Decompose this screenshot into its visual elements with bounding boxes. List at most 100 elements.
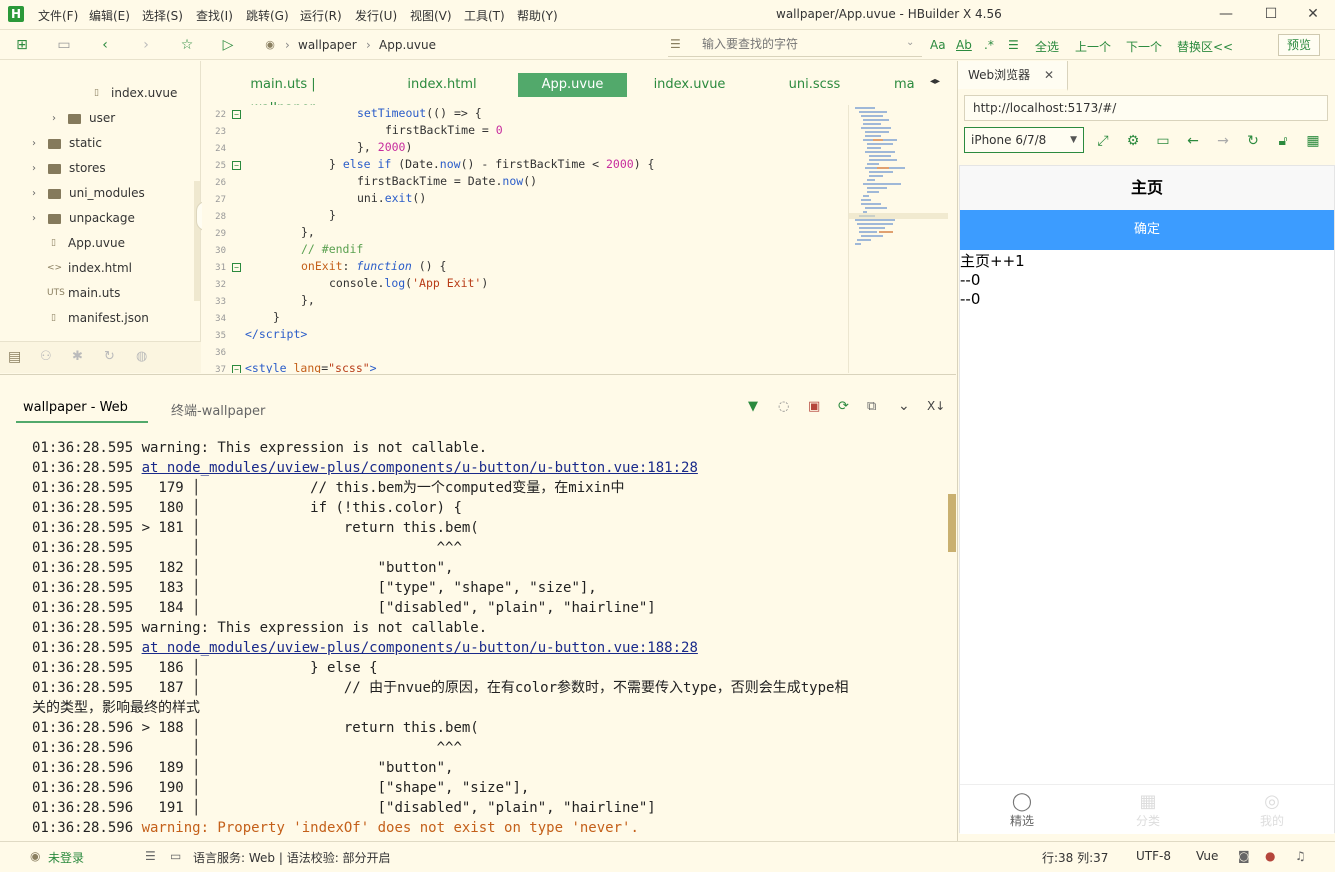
menu-view[interactable]: 视图(V): [410, 7, 452, 24]
terminal-icon[interactable]: ▭: [170, 849, 181, 863]
tree-item-unpackage[interactable]: › unpackage: [32, 206, 135, 231]
code-minimap[interactable]: [848, 105, 948, 373]
preview-button[interactable]: 预览: [1278, 34, 1320, 56]
tabbar-item-featured[interactable]: ◯ 精选: [992, 791, 1052, 829]
tree-item-main-uts[interactable]: UTS main.uts: [47, 281, 120, 306]
tabbar-item-mine[interactable]: ◎ 我的: [1242, 791, 1302, 829]
whole-word-toggle[interactable]: Ab: [956, 38, 972, 52]
fold-icon[interactable]: −: [232, 263, 241, 272]
restart-icon[interactable]: ◌: [778, 399, 789, 414]
chat-icon[interactable]: ◙: [1238, 849, 1250, 863]
maximize-icon[interactable]: ☐: [1256, 4, 1286, 24]
debug-icon[interactable]: ✱: [72, 349, 83, 364]
console-scrollbar[interactable]: [948, 494, 956, 552]
menu-select[interactable]: 选择(S): [142, 7, 183, 24]
fold-icon[interactable]: −: [232, 161, 241, 170]
breadcrumb-project[interactable]: wallpaper: [298, 38, 357, 52]
console-tab-terminal[interactable]: 终端-wallpaper: [171, 400, 265, 419]
source-control-icon[interactable]: ↻: [104, 349, 115, 364]
stop-icon[interactable]: ▣: [808, 399, 820, 414]
lock-icon[interactable]: 🔓︎: [1273, 131, 1293, 151]
notification-badge-icon[interactable]: ●: [1265, 849, 1275, 863]
match-case-toggle[interactable]: Aa: [930, 38, 946, 52]
device-select[interactable]: iPhone 6/7/8 ▼: [964, 127, 1084, 153]
tree-item-index-uvue[interactable]: ▯ index.uvue: [90, 81, 177, 106]
search-icon[interactable]: ⚇: [40, 349, 52, 364]
tree-item-user[interactable]: › user: [52, 106, 115, 131]
close-tab-icon[interactable]: ✕: [1044, 61, 1054, 89]
run-icon[interactable]: ▷: [218, 35, 238, 55]
tree-item-index-html[interactable]: <> index.html: [47, 256, 132, 281]
tab-scroll-icon[interactable]: ◂▸: [930, 76, 940, 87]
console-source-link[interactable]: 01:36:28.595 at node_modules/uview-plus/…: [32, 458, 698, 478]
list-icon[interactable]: ☰: [145, 849, 156, 863]
devtools-icon[interactable]: ▭: [1153, 131, 1173, 151]
fold-icon[interactable]: −: [232, 365, 241, 373]
star-icon[interactable]: ☆: [177, 35, 197, 55]
sidebar-scrollbar[interactable]: [194, 181, 200, 301]
new-file-icon[interactable]: ⊞: [12, 35, 32, 55]
replace-toggle-link[interactable]: 替换区<<: [1177, 38, 1233, 55]
tab-uni-scss[interactable]: uni.scss: [772, 73, 857, 97]
minimize-icon[interactable]: —: [1211, 4, 1241, 24]
back-arrow-icon[interactable]: ←: [1183, 131, 1203, 151]
tab-index-html[interactable]: index.html: [392, 73, 492, 97]
tree-item-stores[interactable]: › stores: [32, 156, 106, 181]
console-source-link[interactable]: 01:36:28.595 at node_modules/uview-plus/…: [32, 638, 698, 658]
console-tab-web[interactable]: wallpaper - Web: [23, 400, 128, 415]
bell-icon[interactable]: ♫: [1295, 849, 1306, 863]
fold-icon[interactable]: −: [232, 110, 241, 119]
select-all-link[interactable]: 全选: [1035, 38, 1059, 55]
settings-icon[interactable]: ⚙: [1123, 131, 1143, 151]
back-icon[interactable]: ‹: [95, 35, 115, 55]
breadcrumb-file[interactable]: App.uvue: [379, 38, 436, 52]
encoding[interactable]: UTF-8: [1136, 849, 1171, 863]
tree-item-app-uvue[interactable]: ▯ App.uvue: [47, 231, 125, 256]
cursor-position[interactable]: 行:38 列:37: [1042, 849, 1108, 866]
menu-goto[interactable]: 跳转(G): [246, 7, 289, 24]
refresh-icon[interactable]: ⟳: [838, 399, 849, 414]
menu-file[interactable]: 文件(F): [38, 7, 78, 24]
close-window-icon[interactable]: ✕: [1298, 4, 1328, 24]
confirm-button[interactable]: 确定: [960, 210, 1334, 250]
regex-icon[interactable]: .*: [984, 38, 994, 52]
tree-item-manifest[interactable]: ▯ manifest.json: [47, 306, 149, 331]
tab-overflow[interactable]: ma: [894, 73, 924, 97]
grid-icon[interactable]: ▦: [1303, 131, 1323, 151]
menu-find[interactable]: 查找(I): [196, 7, 233, 24]
forward-icon[interactable]: ›: [136, 35, 156, 55]
tabbar-item-category[interactable]: ▦ 分类: [1118, 791, 1178, 829]
chevron-down-icon[interactable]: ⌄: [906, 37, 914, 48]
files-icon[interactable]: ▤: [8, 349, 21, 365]
tree-item-uni-modules[interactable]: › uni_modules: [32, 181, 145, 206]
clear-console-icon[interactable]: X↓: [927, 399, 945, 413]
plugins-icon[interactable]: ◍: [136, 349, 147, 364]
forward-arrow-icon[interactable]: →: [1213, 131, 1233, 151]
browser-tab[interactable]: Web浏览器 ✕: [958, 61, 1068, 91]
vue-devtools-icon[interactable]: ▼: [748, 399, 758, 414]
syntax-mode[interactable]: Vue: [1196, 849, 1218, 863]
tab-index-uvue[interactable]: index.uvue: [642, 73, 737, 97]
find-next-link[interactable]: 下一个: [1126, 38, 1162, 55]
code-editor[interactable]: 22− setTimeout(() => { 23 firstBackTime …: [202, 105, 848, 373]
find-input[interactable]: [702, 34, 902, 54]
console-output[interactable]: 01:36:28.595 warning: This expression is…: [0, 434, 946, 840]
url-input[interactable]: http://localhost:5173/#/: [964, 95, 1328, 121]
tab-main-uts[interactable]: main.uts | wallpaper: [218, 73, 348, 116]
reload-icon[interactable]: ↻: [1243, 131, 1263, 151]
tab-app-uvue[interactable]: App.uvue: [518, 73, 627, 97]
menu-edit[interactable]: 编辑(E): [89, 7, 130, 24]
save-icon[interactable]: ▭: [54, 35, 74, 55]
menu-help[interactable]: 帮助(Y): [517, 7, 558, 24]
find-options-icon[interactable]: ☰: [1008, 38, 1019, 52]
rotate-icon[interactable]: ⤢: [1093, 131, 1113, 151]
find-prev-link[interactable]: 上一个: [1075, 38, 1111, 55]
login-status[interactable]: 未登录: [48, 849, 84, 866]
menu-run[interactable]: 运行(R): [300, 7, 342, 24]
language-service-status[interactable]: 语言服务: Web | 语法校验: 部分开启: [193, 849, 391, 866]
collapse-console-icon[interactable]: ⌄: [898, 398, 910, 414]
menu-publish[interactable]: 发行(U): [355, 7, 397, 24]
external-window-icon[interactable]: ⧉: [867, 399, 876, 414]
menu-tools[interactable]: 工具(T): [464, 7, 505, 24]
tree-item-static[interactable]: › static: [32, 131, 102, 156]
